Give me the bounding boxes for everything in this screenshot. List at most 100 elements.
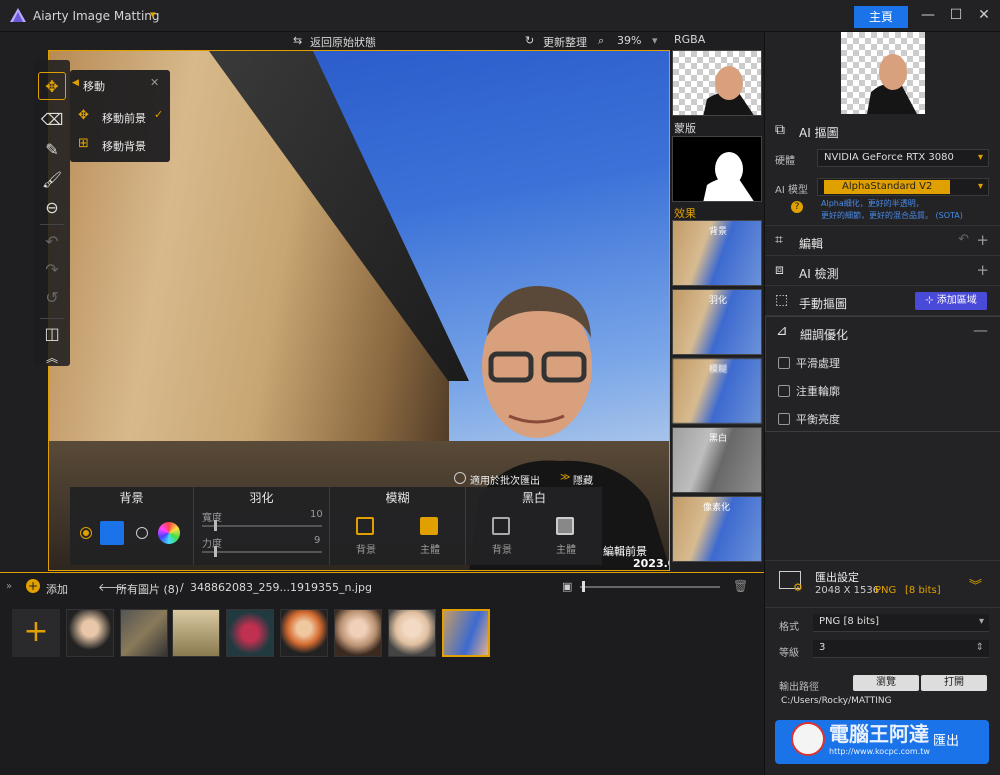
brush-icon[interactable]: 🖌 [38,166,66,194]
undo-icon[interactable]: ↶ [38,228,66,256]
add-area-button[interactable]: ⊹ 添加區域 [915,292,987,310]
add-image-tile[interactable]: + [12,609,60,657]
brush-size-icon[interactable]: ⊖ [38,194,66,222]
close-button[interactable]: ✕ [972,4,996,26]
feather-strength-slider[interactable] [202,551,322,553]
trash-icon[interactable]: 🗑 [733,579,748,593]
bw-background-label[interactable]: 背景 [492,541,512,556]
apply-batch-radio[interactable] [454,472,466,484]
manual-matting-section[interactable]: ⬚ 手動摳圖 ⊹ 添加區域 [765,286,1000,316]
color-picker-icon[interactable] [158,522,180,544]
bg-color-radio[interactable] [136,527,148,539]
help-icon[interactable]: ? [791,201,803,213]
home-button[interactable]: 主頁 [854,6,908,28]
film-thumb-4[interactable] [226,609,274,657]
format-dropdown[interactable]: PNG [8 bits] ▾ [813,614,989,632]
checkbox-box[interactable] [778,385,790,397]
ai-detect-section[interactable]: ⧈ AI 檢測 + [765,256,1000,286]
reset-icon[interactable]: ↺ [38,284,66,312]
maximize-button[interactable]: ☐ [944,4,968,26]
bg-image-radio[interactable] [80,527,92,539]
hide-chevron-icon[interactable]: ≫ [560,472,570,483]
effect-thumb-feather[interactable]: 羽化 [672,289,762,355]
blur-background-icon[interactable] [356,517,374,535]
zoom-icon[interactable]: ⌕ [598,34,604,48]
undo-icon[interactable]: ↶ [958,232,969,247]
smooth-checkbox[interactable]: 平滑處理 [778,355,840,371]
stepper-icon[interactable]: ⇕ [976,640,984,656]
image-background-icon[interactable] [100,521,124,545]
zoom-chevron-icon[interactable]: ▾ [652,34,658,47]
film-thumb-2[interactable] [120,609,168,657]
blur-subject-label[interactable]: 主體 [420,541,440,556]
browse-button[interactable]: 瀏覽 [853,675,919,691]
slider-handle[interactable] [582,581,585,592]
film-thumb-7[interactable] [388,609,436,657]
level-stepper[interactable]: 3 ⇕ [813,640,989,658]
breadcrumb-all-images[interactable]: 所有圖片 (8) [116,581,179,597]
expand-chevron-icon[interactable]: ︾ [969,575,982,594]
move-background-option[interactable]: 移動背景 [102,138,146,154]
checkbox-box[interactable] [778,413,790,425]
move-foreground-option[interactable]: 移動前景 [102,110,146,126]
collapse-up-icon[interactable]: ︽ [38,344,66,372]
bw-subject-icon[interactable] [556,517,574,535]
breadcrumb-separator: / [180,581,184,594]
film-thumb-1[interactable] [66,609,114,657]
film-thumb-6[interactable] [334,609,382,657]
blur-subject-icon[interactable] [420,517,438,535]
zoom-level[interactable]: 39% [617,34,641,47]
popover-close-icon[interactable]: ✕ [150,76,159,89]
bw-subject-label[interactable]: 主體 [556,541,576,556]
chevron-down-icon[interactable]: ▾ [150,8,156,21]
mask-thumbnail[interactable] [672,136,762,202]
hardware-value: NVIDIA GeForce RTX 3080 [824,152,954,163]
export-settings-header[interactable]: ⚙ 匯出設定 2048 X 1536 PNG [8 bits] ︾ [765,560,1000,608]
revert-button[interactable]: 返回原始狀態 [310,34,376,50]
add-icon[interactable]: + [26,579,40,593]
radio-dot [83,530,89,536]
balance-brightness-checkbox[interactable]: 平衡亮度 [778,411,840,427]
thumbnail-size-slider[interactable] [580,586,720,588]
slider-handle[interactable] [214,546,217,557]
app-logo-icon [10,8,26,22]
collapse-chevron-icon[interactable]: » [6,581,12,592]
add-icon[interactable]: + [976,261,989,279]
blur-background-label[interactable]: 背景 [356,541,376,556]
edit-section[interactable]: ⌗ 編輯 ↶ + [765,226,1000,256]
export-size: 2048 X 1536 [815,585,880,596]
bw-background-icon[interactable] [492,517,510,535]
refresh-icon[interactable]: ↻ [525,34,534,47]
effect-thumb-bw[interactable]: 黑白 [672,427,762,493]
collapse-icon[interactable]: — [973,321,988,339]
feather-width-slider[interactable] [202,525,322,527]
add-icon[interactable]: + [976,231,989,249]
effect-thumb-blur[interactable]: 模糊 [672,358,762,424]
effect-thumb-pixelate[interactable]: 像素化 [672,496,762,562]
pen-icon[interactable]: ✎ [38,136,66,164]
minimize-button[interactable]: — [916,4,940,26]
result-preview[interactable] [841,32,925,114]
model-dropdown[interactable]: AlphaStandard V2 ▾ [817,178,989,196]
edit-icon: ⌗ [775,232,783,248]
checkbox-box[interactable] [778,357,790,369]
refresh-button[interactable]: 更新整理 [543,34,587,50]
move-tool-icon[interactable]: ✥ [38,72,66,100]
level-label: 等級 [779,648,799,659]
film-thumb-5[interactable] [280,609,328,657]
apply-batch-label[interactable]: 適用於批次匯出 [470,472,540,487]
effect-thumb-background[interactable]: 背景 [672,220,762,286]
emphasize-edges-checkbox[interactable]: 注重輪廓 [778,383,840,399]
rgba-thumbnail[interactable] [672,50,762,116]
redo-icon[interactable]: ↷ [38,256,66,284]
hide-button[interactable]: 隱藏 [573,472,593,487]
slider-handle[interactable] [214,520,217,531]
open-button[interactable]: 打開 [921,675,987,691]
eraser-icon[interactable]: ⌫ [38,106,66,134]
add-button[interactable]: 添加 [46,581,68,597]
film-thumb-3[interactable] [172,609,220,657]
film-thumb-8-selected[interactable] [442,609,490,657]
revert-icon[interactable]: ⇆ [293,34,302,47]
emphasize-edges-label: 注重輪廓 [796,385,840,398]
hardware-dropdown[interactable]: NVIDIA GeForce RTX 3080 ▾ [817,149,989,167]
